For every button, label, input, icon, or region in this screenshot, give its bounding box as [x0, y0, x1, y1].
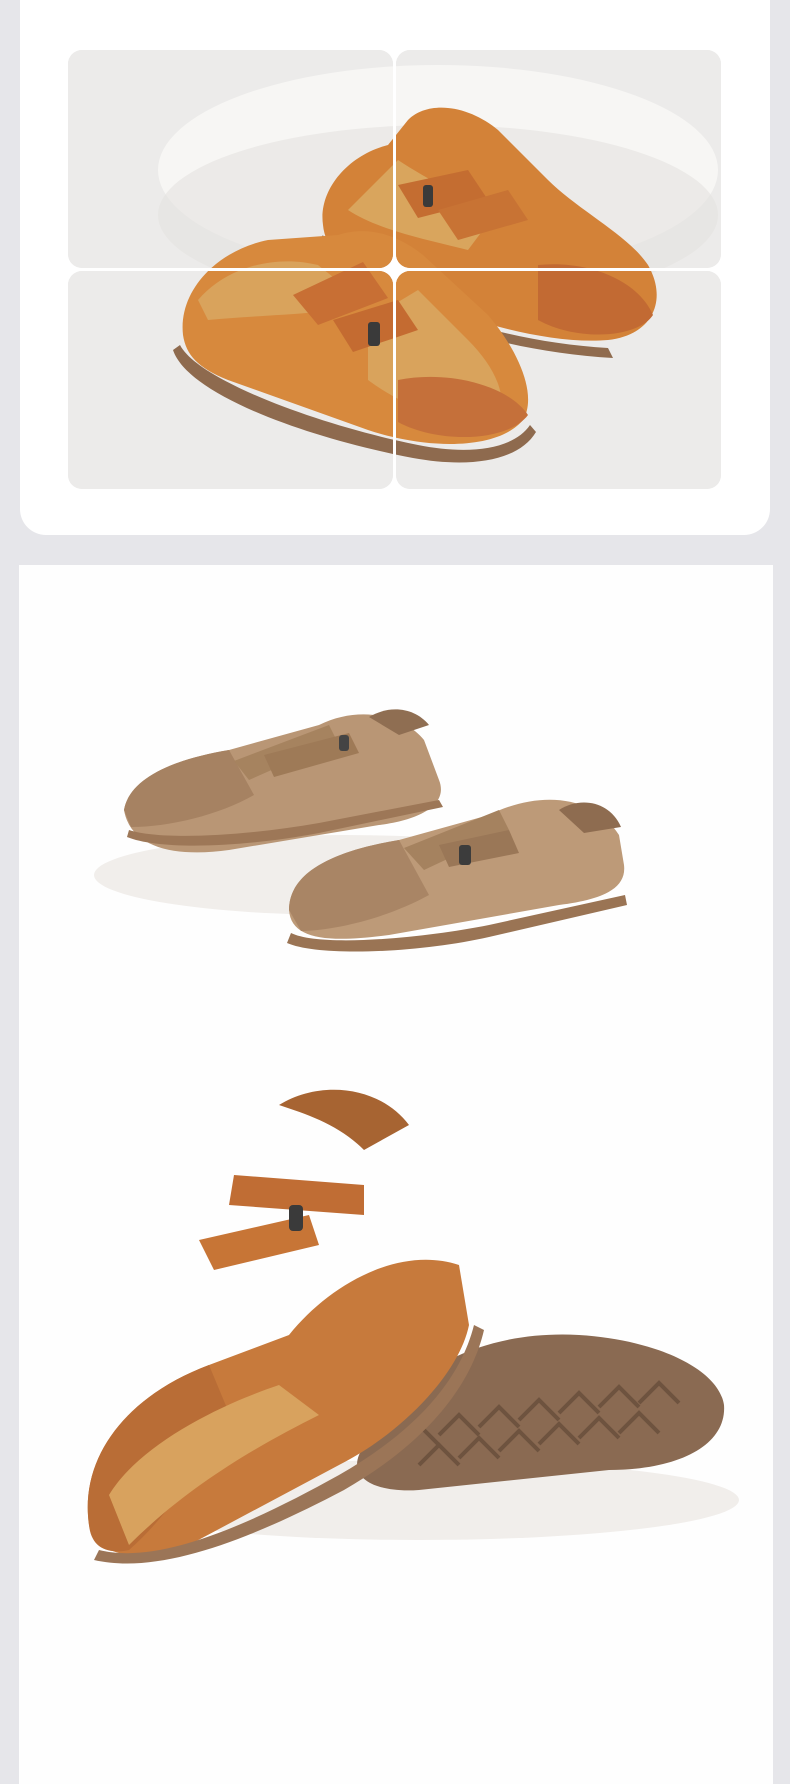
shoe-pair-photo	[396, 271, 721, 489]
shoe-pair-photo	[68, 271, 393, 489]
gallery-card	[20, 0, 770, 535]
photo-tile-bottom-left[interactable]	[68, 271, 393, 489]
product-photos	[87, 709, 739, 1564]
shoe-pair-photo	[68, 50, 393, 268]
photo-tile-bottom-right[interactable]	[396, 271, 721, 489]
shoe-pair-photo	[396, 50, 721, 268]
product-detail-panel	[19, 565, 773, 1784]
photo-grid	[68, 50, 743, 493]
shoe-sole-photo	[87, 1089, 739, 1564]
shoe-pair-photo-khaki	[94, 709, 627, 952]
photo-tile-top-right[interactable]	[396, 50, 721, 268]
photo-tile-top-left[interactable]	[68, 50, 393, 268]
